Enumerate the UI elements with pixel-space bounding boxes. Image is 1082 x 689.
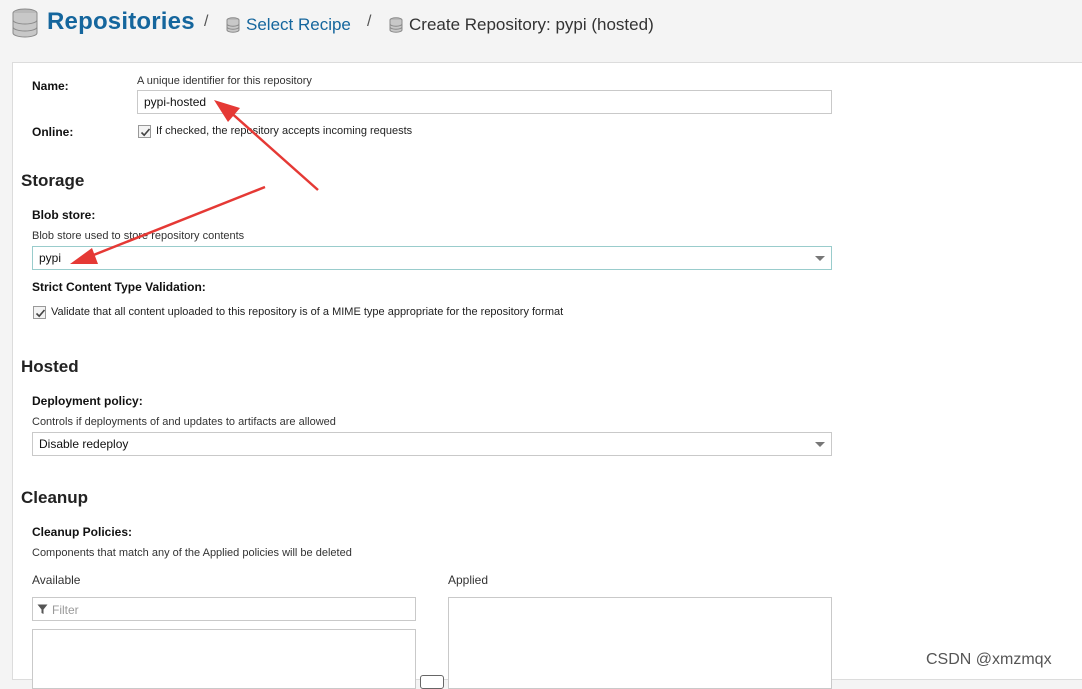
arrow-to-name bbox=[227, 109, 319, 191]
annotation-arrows bbox=[70, 100, 319, 264]
arrow-to-blob-store bbox=[85, 185, 266, 260]
arrowhead-blob-store bbox=[70, 248, 98, 264]
watermark: CSDN @xmzmqx bbox=[926, 651, 1052, 668]
